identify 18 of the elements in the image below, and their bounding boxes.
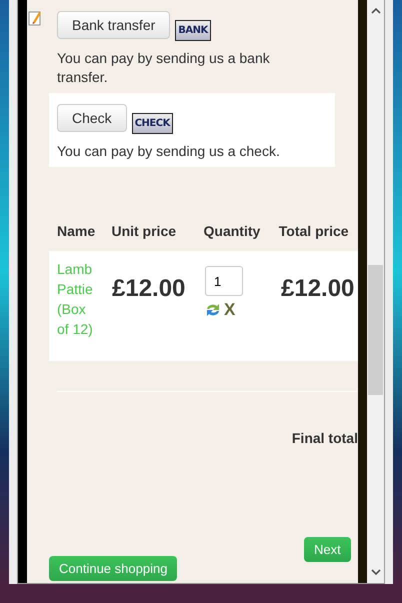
refresh-icon[interactable]: [205, 302, 221, 318]
payment-description: You can pay by sending us a bank transfer.: [57, 49, 271, 87]
payment-logo: BANK: [175, 20, 211, 41]
final-total-label: Final total: [292, 430, 358, 446]
column-header: Total price: [278, 223, 350, 241]
quantity-field[interactable]: 1: [205, 266, 243, 296]
total-price: £12.00: [281, 275, 356, 303]
payment-logo: CHECK: [132, 113, 173, 134]
unit-price: £12.00: [112, 275, 186, 303]
scrollbar-thumb[interactable]: [368, 265, 383, 395]
column-header: Unit price: [111, 223, 178, 241]
payment-method-button[interactable]: Bank transfer: [57, 10, 170, 38]
column-header: Name: [57, 223, 96, 241]
remove-button[interactable]: X: [224, 300, 236, 320]
payment-description: You can pay by sending us a check.: [57, 142, 281, 161]
pencil-icon: [28, 10, 44, 26]
column-header: Quantity: [204, 223, 262, 241]
payment-method-button[interactable]: Check: [57, 104, 127, 132]
